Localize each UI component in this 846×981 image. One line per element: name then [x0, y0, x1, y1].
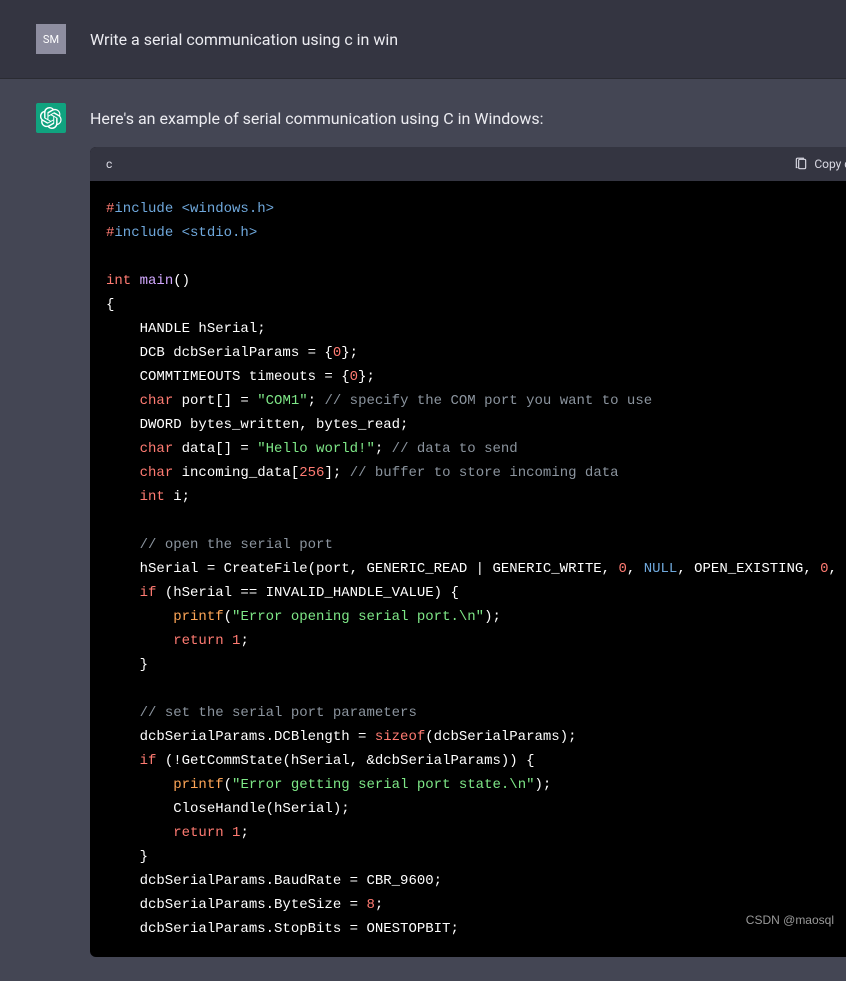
openai-logo-icon [40, 107, 62, 129]
watermark-text: CSDN @maosql [746, 913, 834, 927]
code-content[interactable]: #include <windows.h> #include <stdio.h> … [90, 181, 846, 957]
copy-code-label: Copy code [814, 155, 846, 173]
code-header: c Copy code [90, 147, 846, 181]
assistant-intro-text: Here's an example of serial communicatio… [90, 107, 846, 131]
copy-code-button[interactable]: Copy code [794, 155, 846, 173]
code-language-label: c [106, 155, 112, 173]
clipboard-icon [794, 157, 808, 171]
user-message-row: SM Write a serial communication using c … [0, 0, 846, 79]
assistant-content: Here's an example of serial communicatio… [90, 103, 846, 957]
assistant-avatar [36, 103, 66, 133]
code-block: c Copy code #include <windows.h> #includ… [90, 147, 846, 957]
user-message-text: Write a serial communication using c in … [90, 24, 810, 54]
assistant-message-row: Here's an example of serial communicatio… [0, 79, 846, 981]
user-avatar: SM [36, 24, 66, 54]
